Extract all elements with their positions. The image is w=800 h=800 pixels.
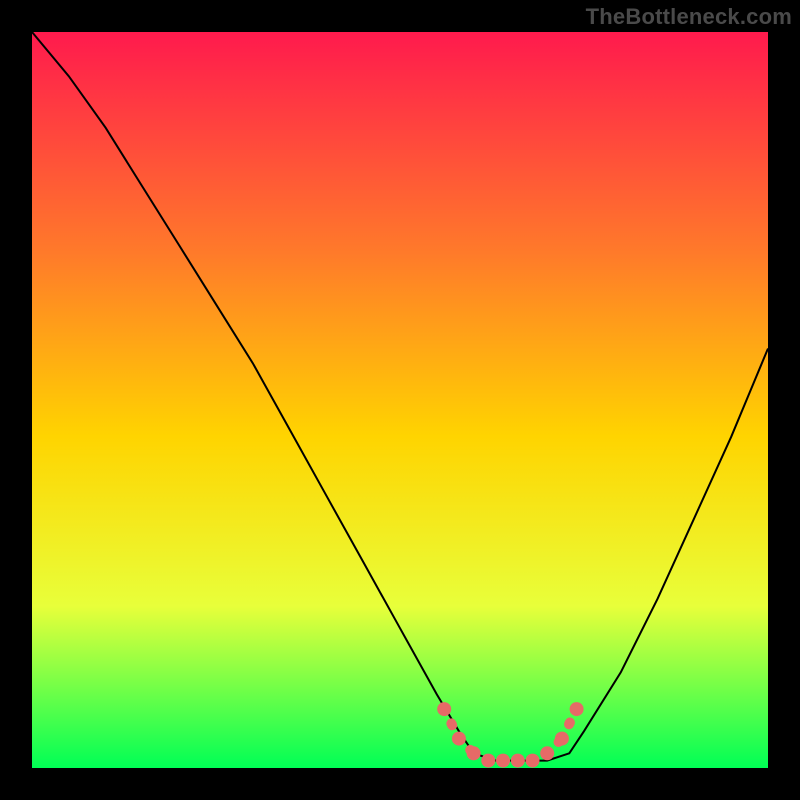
watermark-text: TheBottleneck.com bbox=[586, 4, 792, 30]
chart-svg bbox=[0, 0, 800, 800]
plot-background bbox=[32, 32, 768, 768]
chart-frame: TheBottleneck.com bbox=[0, 0, 800, 800]
